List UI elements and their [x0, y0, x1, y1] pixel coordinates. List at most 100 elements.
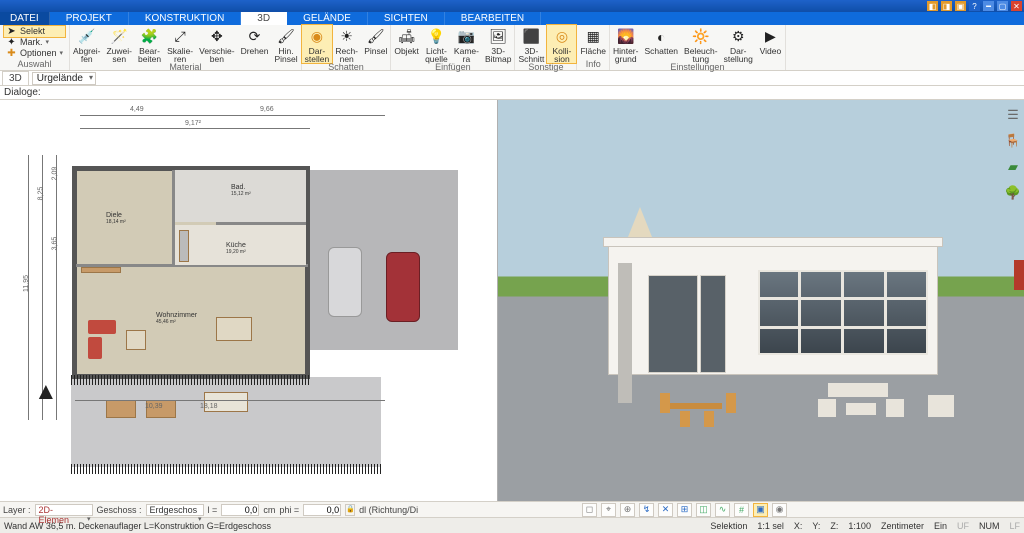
- l-input[interactable]: [221, 504, 259, 516]
- phi-input[interactable]: [303, 504, 341, 516]
- video-button[interactable]: ▶Video: [756, 25, 785, 55]
- schatten-set-button[interactable]: ◐Schatten: [641, 25, 681, 55]
- menu-sichten[interactable]: SICHTEN: [368, 12, 445, 25]
- abgreifen-button[interactable]: 💉Abgrei- fen: [70, 25, 103, 63]
- menu-bar: DATEI PROJEKT KONSTRUKTION 3D GELÄNDE SI…: [0, 12, 1024, 25]
- flaeche-button[interactable]: ▦Fläche: [577, 25, 609, 55]
- l-unit: cm: [263, 505, 275, 515]
- rotate-icon: ⟳: [245, 27, 264, 46]
- phi-lock[interactable]: 🔒: [345, 504, 355, 516]
- bitmap3d-button[interactable]: 🖼3D- Bitmap: [482, 25, 514, 63]
- tool-6[interactable]: ⊞: [677, 503, 692, 517]
- lighting-icon: 🔆: [691, 27, 710, 46]
- light-icon: 💡: [427, 27, 446, 46]
- tool-11[interactable]: ◉: [772, 503, 787, 517]
- help-btn[interactable]: ?: [969, 1, 980, 11]
- menu-datei[interactable]: DATEI: [0, 12, 50, 25]
- dim-top2: 9,66: [260, 106, 274, 113]
- view-2d[interactable]: 4,49 9,66 9,17² 11,95 8,25 2,09 3,65 ▲ ▲: [0, 100, 498, 501]
- tool-5[interactable]: ✕: [658, 503, 673, 517]
- layer-label: Layer :: [3, 505, 31, 515]
- dim-left1: 8,25: [37, 187, 44, 201]
- geschoss-label: Geschoss :: [97, 505, 142, 515]
- ribbon: ➤Selekt ✦Mark.▾ ✚Optionen▾ Auswahl 💉Abgr…: [0, 25, 1024, 71]
- tool-10[interactable]: ▣: [753, 503, 768, 517]
- terrain-icon[interactable]: ▰: [1004, 158, 1022, 176]
- menu-3d[interactable]: 3D: [241, 12, 287, 25]
- camera-icon: 📷: [457, 27, 476, 46]
- lichtquelle-button[interactable]: 💡Licht- quelle: [422, 25, 451, 63]
- schnitt3d-button[interactable]: ⬛3D- Schnitt: [515, 25, 547, 63]
- north-icon-left: ▲: [34, 378, 58, 406]
- house-3d: [568, 215, 948, 435]
- terrain-combo[interactable]: Urgelände: [32, 72, 96, 85]
- sys-btn-1[interactable]: ◧: [927, 1, 938, 11]
- status-bar: Wand AW 36,5 m. Deckenauflager L=Konstru…: [0, 517, 1024, 533]
- dialoge-label: Dialoge:: [0, 86, 1024, 100]
- tool-1[interactable]: ◻: [582, 503, 597, 517]
- objekt-button[interactable]: 🛋Objekt: [391, 25, 422, 55]
- tree-icon[interactable]: 🌳: [1004, 184, 1022, 202]
- drehen-button[interactable]: ⟳Drehen: [238, 25, 272, 55]
- status-num: NUM: [979, 521, 1000, 531]
- zuweisen-button[interactable]: 🪄Zuwei- sen: [103, 25, 135, 63]
- kamera-button[interactable]: 📷Kame- ra: [451, 25, 482, 63]
- layers-icon[interactable]: ☰: [1004, 106, 1022, 124]
- maximize-btn[interactable]: ▢: [997, 1, 1008, 11]
- view-3d[interactable]: ☰ 🪑 ▰ 🌳: [498, 100, 1024, 501]
- darstellen-button[interactable]: ◉Dar- stellen: [302, 25, 333, 63]
- tool-3[interactable]: ⊕: [620, 503, 635, 517]
- bitmap-icon: 🖼: [489, 27, 508, 46]
- sub-bar: 3D Urgelände: [0, 71, 1024, 86]
- hin-pinsel-button[interactable]: 🖌Hin. Pinsel: [271, 25, 300, 63]
- status-selektion: Selektion: [710, 521, 747, 531]
- room-wohn-area: 45,46 m²: [156, 319, 197, 325]
- status-lf: LF: [1009, 521, 1020, 531]
- dim-bot2: 18,18: [200, 403, 218, 410]
- tool-8[interactable]: ∿: [715, 503, 730, 517]
- room-wohn: Wohnzimmer: [156, 312, 197, 319]
- close-btn[interactable]: ✕: [1011, 1, 1022, 11]
- hintergrund-button[interactable]: 🌄Hinter- grund: [610, 25, 642, 63]
- optionen-button[interactable]: ✚Optionen▾: [4, 48, 65, 59]
- rechnen-button[interactable]: ☀Rech- nen: [332, 25, 361, 63]
- menu-konstruktion[interactable]: KONSTRUKTION: [129, 12, 241, 25]
- selekt-button[interactable]: ➤Selekt: [4, 26, 65, 37]
- view-tab-3d[interactable]: 3D: [2, 71, 29, 85]
- mark-button[interactable]: ✦Mark.▾: [4, 37, 65, 48]
- room-diele-area: 18,14 m²: [106, 219, 126, 225]
- darstellung-button[interactable]: ⚙Dar- stellung: [721, 25, 756, 63]
- sys-btn-3[interactable]: ▣: [955, 1, 966, 11]
- pinsel-button[interactable]: 🖌Pinsel: [361, 25, 390, 55]
- layer-select[interactable]: 2D-Elemen: [35, 504, 93, 516]
- object-icon: 🛋: [397, 27, 416, 46]
- skalieren-button[interactable]: ⤢Skalie- ren: [164, 25, 196, 63]
- l-label: l =: [208, 505, 218, 515]
- minimize-btn[interactable]: ━: [983, 1, 994, 11]
- status-z: Z:: [830, 521, 838, 531]
- status-sel: 1:1 sel: [757, 521, 784, 531]
- ribbon-group-schatten: ◉Dar- stellen ☀Rech- nen 🖌Pinsel Schatte…: [302, 25, 392, 70]
- beleuchtung-button[interactable]: 🔆Beleuch- tung: [681, 25, 721, 63]
- ribbon-group-sonstige: ⬛3D- Schnitt ◎Kolli- sion Sonstige: [515, 25, 577, 70]
- menu-gelaende[interactable]: GELÄNDE: [287, 12, 368, 25]
- status-ein: Ein: [934, 521, 947, 531]
- bearbeiten-button[interactable]: 🧩Bear- beiten: [135, 25, 164, 63]
- verschieben-button[interactable]: ✥Verschie- ben: [196, 25, 237, 63]
- room-bad: Bad.: [231, 184, 251, 191]
- plus-icon: ✚: [6, 48, 17, 59]
- mark-icon: ✦: [6, 37, 17, 48]
- tool-2[interactable]: ⌖: [601, 503, 616, 517]
- tool-9[interactable]: #: [734, 503, 749, 517]
- kollision-button[interactable]: ◎Kolli- sion: [547, 25, 576, 63]
- furniture-icon[interactable]: 🪑: [1004, 132, 1022, 150]
- tool-4[interactable]: ↯: [639, 503, 654, 517]
- room-kueche: Küche: [226, 242, 246, 249]
- tool-7[interactable]: ◫: [696, 503, 711, 517]
- menu-bearbeiten[interactable]: BEARBEITEN: [445, 12, 541, 25]
- geschoss-select[interactable]: Erdgeschos: [146, 504, 204, 516]
- sys-btn-2[interactable]: ◨: [941, 1, 952, 11]
- menu-projekt[interactable]: PROJEKT: [50, 12, 129, 25]
- cursor-icon: ➤: [6, 26, 17, 37]
- brush-icon: 🖌: [277, 27, 296, 46]
